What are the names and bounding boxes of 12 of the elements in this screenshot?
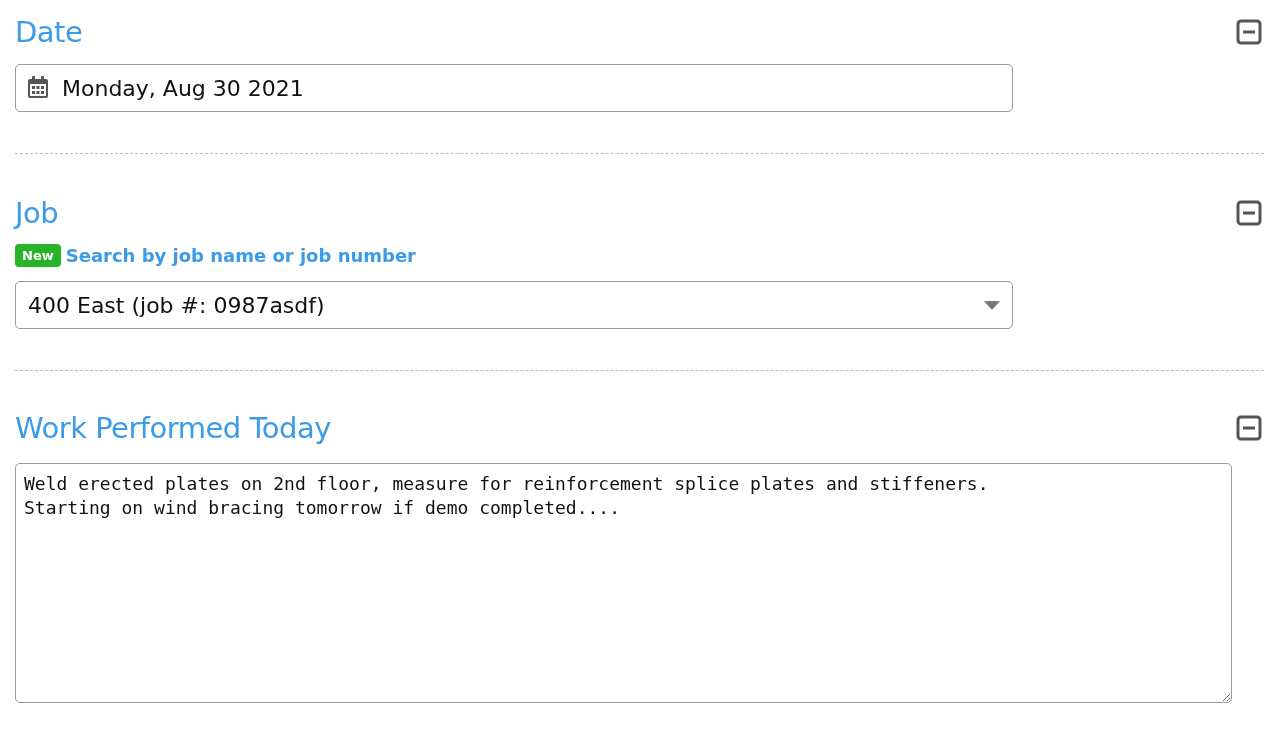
collapse-icon[interactable]	[1236, 19, 1262, 45]
section-title: Date	[15, 14, 83, 50]
work-textarea[interactable]: Weld erected plates on 2nd floor, measure for reinforcement splice plates and stiffeners. Starting on wind bracing tomorrow if demo completed....	[15, 463, 1232, 703]
new-badge: New	[15, 243, 61, 268]
section-title: Work Performed Today	[15, 410, 331, 446]
section-title: Job	[15, 195, 59, 231]
calendar-icon	[27, 76, 49, 99]
collapse-icon[interactable]	[1236, 200, 1262, 226]
collapse-icon[interactable]	[1236, 415, 1262, 441]
job-select[interactable]: 400 East (job #: 0987asdf)	[15, 281, 1013, 329]
date-field[interactable]: Monday, Aug 30 2021	[15, 64, 1013, 112]
caret-icon	[984, 300, 1000, 310]
